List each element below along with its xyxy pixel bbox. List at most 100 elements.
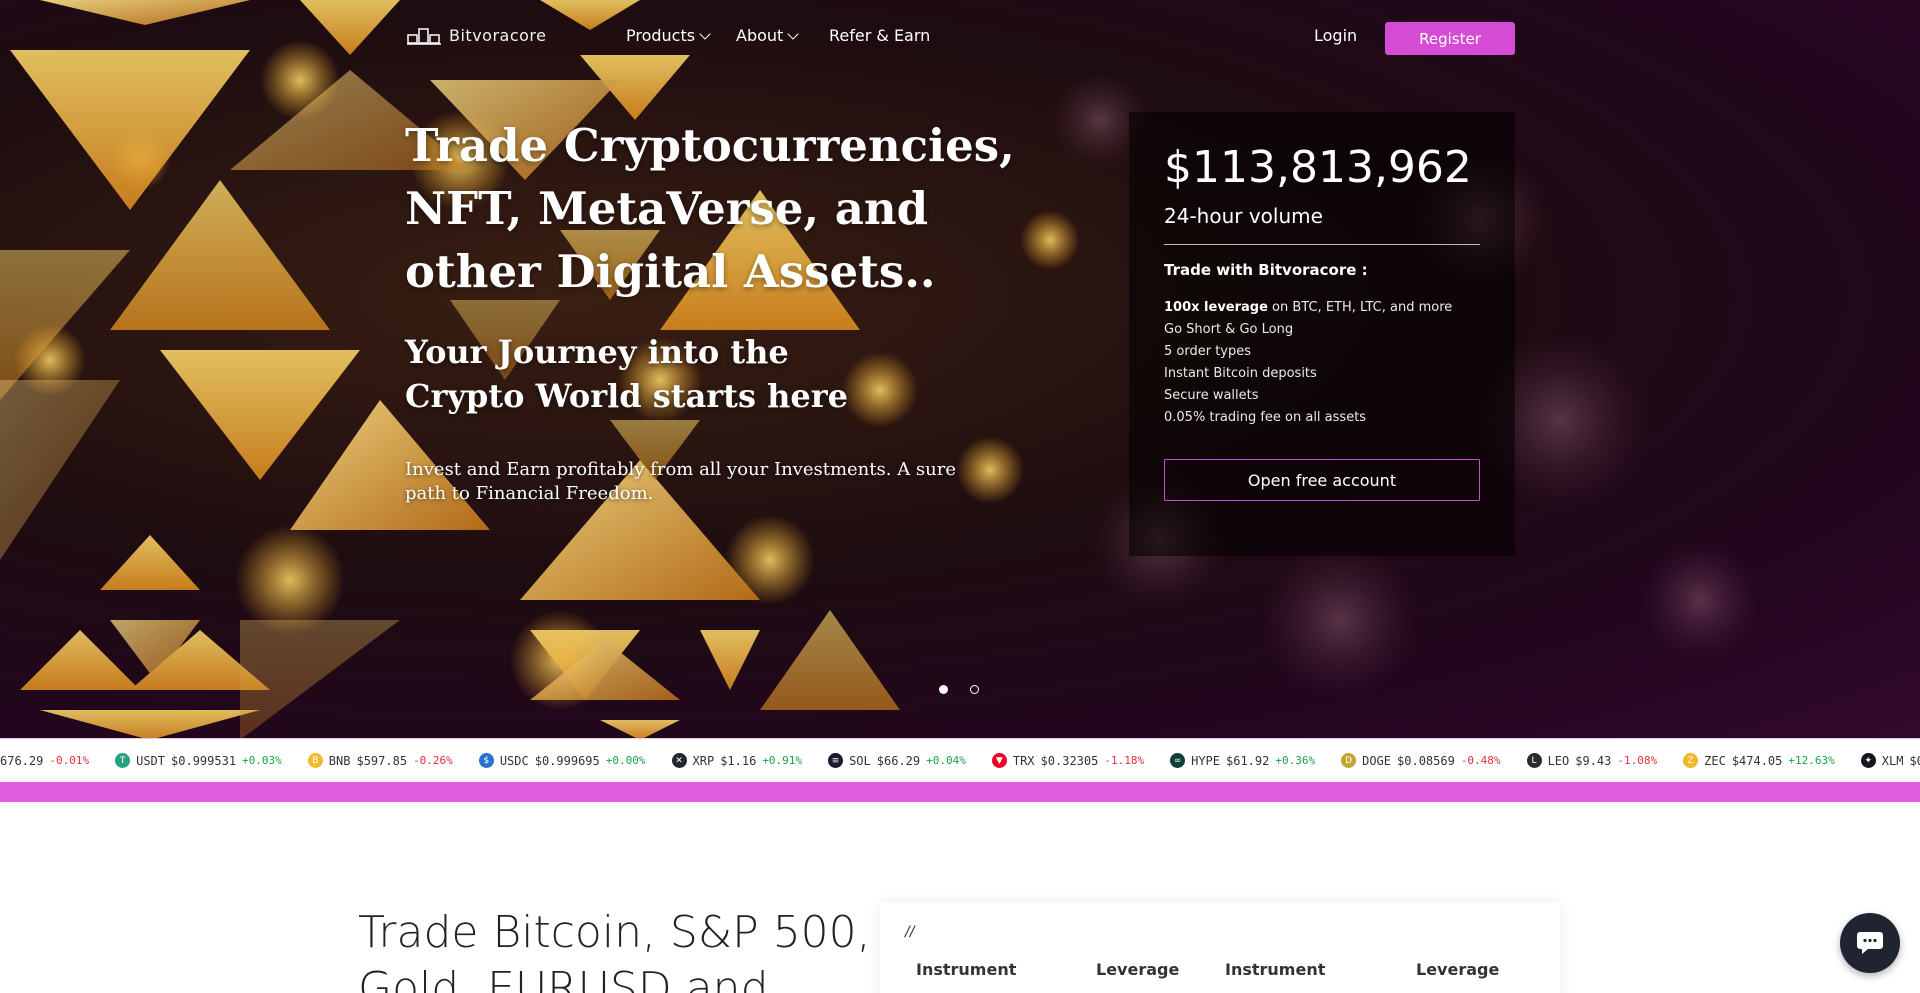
feature-list: 100x leverage on BTC, ETH, LTC, and more… (1164, 297, 1452, 429)
ticker-price: $1.16 (720, 753, 757, 768)
chevron-down-icon (787, 27, 799, 40)
usdc-icon: $ (478, 753, 494, 768)
ticker-symbol: ZEC (1704, 753, 1726, 768)
ticker-item[interactable]: ▼ TRX $0.32305 -1.18% (991, 753, 1145, 768)
ticker-price: $0.999531 (171, 753, 237, 768)
ticker-change: -0.01% (49, 754, 90, 767)
ticker-price: $9.43 (1575, 753, 1612, 768)
top-navigation: Bitvoracore Products About Refer & Earn … (0, 0, 1920, 75)
ticker-change: -0.48% (1460, 754, 1501, 767)
ticker-change: -0.26% (413, 754, 453, 767)
ticker-change: +0.91% (762, 754, 803, 767)
nav-about-label: About (736, 26, 784, 45)
ticker-price: $61.92 (1226, 753, 1270, 768)
table-mark: // (905, 924, 915, 940)
nav-products[interactable]: Products (626, 26, 711, 45)
ticker-symbol: TRX (1012, 753, 1035, 768)
ticker-item[interactable]: ∞ HYPE $61.92 +0.36% (1170, 753, 1315, 768)
ticker-change: -1.18% (1104, 754, 1145, 767)
ticker-item[interactable]: $ USDC $0.999695 +0.00% (478, 753, 646, 768)
ticker-change: +12.63% (1788, 754, 1835, 767)
hero-background-pattern (0, 0, 1760, 740)
slider-dot-2[interactable] (970, 685, 979, 694)
zcash-icon: Z (1683, 753, 1699, 768)
stellar-icon: ✦ (1860, 753, 1876, 768)
feature-item: 100x leverage on BTC, ETH, LTC, and more (1164, 300, 1453, 315)
ticker-price: 676.29 (0, 753, 44, 768)
card-divider (1164, 244, 1480, 245)
ticker-item[interactable]: ✕ XRP $1.16 +0.91% (671, 753, 803, 768)
ticker-symbol: HYPE (1191, 753, 1220, 768)
hero-section: Bitvoracore Products About Refer & Earn … (0, 0, 1920, 740)
open-free-account-button[interactable]: Open free account (1164, 459, 1480, 501)
login-link[interactable]: Login (1314, 26, 1357, 45)
nav-refer-label: Refer & Earn (829, 26, 931, 45)
brand-name: Bitvoracore (449, 26, 547, 45)
ticker-symbol: DOGE (1362, 753, 1392, 768)
ticker-symbol: LEO (1547, 753, 1570, 768)
ticker-change: +0.00% (605, 754, 646, 767)
register-button[interactable]: Register (1385, 22, 1515, 55)
feature-item: Secure wallets (1164, 388, 1259, 403)
accent-band (0, 782, 1920, 802)
ticker-item[interactable]: 676.29 -0.01% (0, 754, 89, 768)
ticker-price: $0.198232 (1909, 753, 1920, 768)
ticker-item[interactable]: ≡ SOL $66.29 +0.04% (828, 753, 966, 768)
ticker-symbol: BNB (328, 753, 351, 768)
ticker-change: +0.03% (242, 754, 282, 767)
price-ticker: 676.29 -0.01% T USDT $0.999531 +0.03% B BNB $5… (0, 738, 1920, 782)
nav-about[interactable]: About (736, 26, 799, 45)
table-header-instrument: Instrument (916, 960, 1017, 979)
feature-item: 0.05% trading fee on all assets (1164, 410, 1367, 425)
leo-icon: L (1526, 753, 1542, 768)
ticker-item[interactable]: B BNB $597.85 -0.26% (307, 753, 453, 768)
chat-icon (1857, 932, 1883, 954)
ticker-price: $474.05 (1731, 753, 1783, 768)
ticker-price: $0.08569 (1397, 753, 1455, 768)
feature-item: Go Short & Go Long (1164, 322, 1294, 337)
logo-icon (407, 27, 441, 45)
hero-headline: Trade Cryptocurrencies, NFT, MetaVerse, … (405, 119, 1015, 298)
instrument-table-card: // Instrument Leverage Instrument Levera… (880, 902, 1560, 993)
chevron-down-icon (699, 27, 711, 40)
ticker-change: +0.36% (1275, 754, 1316, 767)
tron-icon: ▼ (991, 753, 1007, 768)
ticker-symbol: SOL (849, 753, 871, 768)
table-header-leverage: Leverage (1096, 960, 1180, 979)
solana-icon: ≡ (828, 753, 844, 768)
ticker-items: T USDT $0.999531 +0.03% B BNB $597.85 -0.26% $ US… (115, 753, 1920, 768)
volume-value: $113,813,962 (1164, 142, 1472, 193)
ticker-price: $597.85 (356, 753, 408, 768)
nav-products-label: Products (626, 26, 696, 45)
ticker-symbol: USDT (136, 753, 166, 768)
slider-dot-1[interactable] (939, 685, 948, 694)
hero-subheadline: Your Journey into the Crypto World start… (405, 333, 848, 415)
xrp-icon: ✕ (671, 753, 687, 768)
volume-label: 24-hour volume (1164, 204, 1323, 228)
feature-item: Instant Bitcoin deposits (1164, 366, 1317, 381)
trade-heading: Trade with Bitvoracore : (1164, 261, 1368, 279)
ticker-item[interactable]: Z ZEC $474.05 +12.63% (1683, 753, 1835, 768)
ticker-item[interactable]: D DOGE $0.08569 -0.48% (1341, 753, 1501, 768)
ticker-symbol: XLM (1881, 753, 1904, 768)
tether-icon: T (115, 753, 131, 768)
ticker-price: $0.32305 (1040, 753, 1099, 768)
ticker-item[interactable]: ✦XLM$0.198232-1.46% (1860, 753, 1920, 768)
ticker-symbol: USDC (499, 753, 529, 768)
ticker-change: -1.08% (1617, 754, 1658, 767)
doge-icon: D (1341, 753, 1357, 768)
brand-logo[interactable]: Bitvoracore (407, 26, 547, 45)
hype-icon: ∞ (1170, 753, 1186, 768)
section-title: Trade Bitcoin, S&P 500, Gold, EURUSD and (358, 907, 871, 993)
chat-button[interactable] (1840, 913, 1900, 973)
ticker-price: $0.999695 (534, 753, 600, 768)
table-header-leverage: Leverage (1416, 960, 1500, 979)
ticker-price: $66.29 (876, 753, 921, 768)
table-header-instrument: Instrument (1225, 960, 1326, 979)
ticker-change: +0.04% (926, 754, 966, 767)
ticker-item[interactable]: L LEO $9.43 -1.08% (1526, 753, 1658, 768)
nav-refer-earn[interactable]: Refer & Earn (829, 26, 930, 45)
volume-stats-card: $113,813,962 24-hour volume Trade with B… (1129, 112, 1515, 556)
ticker-item[interactable]: T USDT $0.999531 +0.03% (115, 753, 282, 768)
hero-tagline: Invest and Earn profitably from all your… (405, 459, 956, 504)
